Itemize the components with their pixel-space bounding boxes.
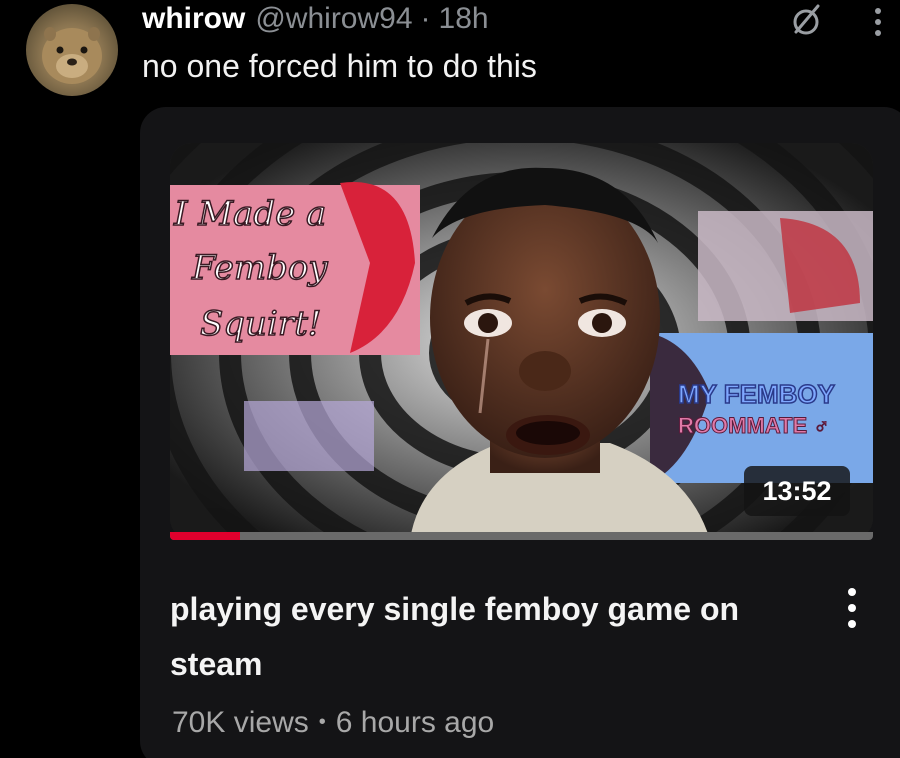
video-title[interactable]: playing every single femboy game on stea… [170,582,790,692]
post-text: no one forced him to do this [142,48,537,84]
display-name[interactable]: whirow [142,0,245,38]
mute-icon[interactable] [786,0,826,40]
separator-dot: · [420,2,431,35]
post-time[interactable]: 18h [439,0,489,38]
upload-time: 6 hours ago [335,706,495,739]
post-header: whirow @whirow94 · 18h [142,0,489,40]
left-card-line-2: Femboy [191,248,328,288]
more-vertical-icon[interactable] [868,4,888,40]
meta-separator: • [318,711,326,733]
avatar[interactable] [26,4,118,96]
post: whirow @whirow94 · 18h no one forced him… [0,0,900,758]
view-count: 70K views [172,706,309,739]
progress-fill [170,532,241,540]
duration-badge: 13:52 [744,466,850,516]
right-card-line-2: ROOMMATE ♂ [678,413,830,438]
left-card-line-1: I Made a [173,194,326,234]
user-handle[interactable]: @whirow94 [255,0,412,38]
avatar-image [42,27,102,84]
more-vertical-icon[interactable] [838,582,866,638]
video-meta: 70K views • 6 hours ago [172,706,494,740]
right-card-line-1: MY FEMBOY [678,379,835,409]
progress-bar[interactable] [170,532,873,540]
left-card-line-3: Squirt! [200,304,321,344]
